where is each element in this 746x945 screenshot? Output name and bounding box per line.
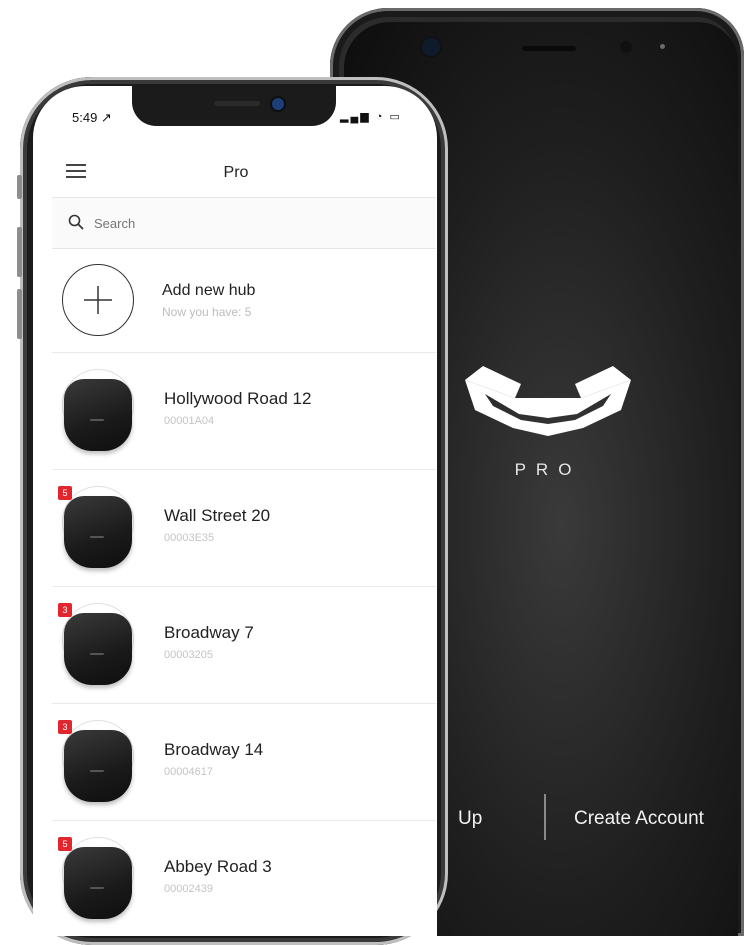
hub-row[interactable]: 3 Broadway 14 00004617 — [52, 704, 436, 821]
hub-device-icon — [64, 496, 132, 568]
hub-id: 00001A04 — [164, 415, 215, 427]
button-divider — [544, 794, 546, 840]
hub-id: 00003E35 — [164, 532, 215, 544]
hub-row[interactable]: 5 Abbey Road 3 00002439 — [52, 821, 436, 937]
hub-device-icon — [64, 730, 132, 802]
iphone-camera — [272, 98, 284, 110]
iphone-notch — [132, 86, 336, 126]
volume-down-button — [17, 289, 22, 339]
pro-brand-text: PRO — [514, 460, 582, 479]
hub-name: Wall Street 20 — [164, 506, 271, 525]
hub-id: 00002439 — [164, 883, 213, 895]
page-title: Pro — [223, 164, 249, 181]
add-hub-subtitle: Now you have: 5 — [162, 305, 252, 319]
status-icons: ▂▄▆ ◔ ▭ — [340, 111, 402, 123]
hub-id: 00003205 — [164, 649, 213, 661]
hub-row[interactable]: 3 Broadway 7 00003205 — [52, 587, 436, 704]
add-new-hub-row[interactable]: Add new hub Now you have: 5 — [52, 248, 436, 353]
hub-device-icon — [64, 613, 132, 685]
search-input[interactable] — [92, 211, 296, 235]
add-hub-title: Add new hub — [162, 282, 256, 299]
hamburger-menu-icon[interactable] — [66, 164, 86, 178]
alert-badge: 5 — [58, 837, 72, 851]
search-bar — [52, 197, 436, 249]
volume-up-button — [17, 227, 22, 277]
hub-name: Broadway 14 — [164, 740, 264, 759]
status-time: 5:49 ↗ — [72, 110, 112, 125]
android-front-camera — [422, 38, 440, 56]
alert-badge: 3 — [58, 603, 72, 617]
android-speaker — [522, 46, 576, 51]
hub-name: Hollywood Road 12 — [164, 389, 312, 408]
mute-switch — [17, 175, 22, 199]
hub-name: Abbey Road 3 — [164, 857, 272, 876]
iphone-speaker — [214, 101, 260, 106]
create-account-button[interactable]: Create Account — [574, 808, 704, 830]
hub-row[interactable]: Hollywood Road 12 00001A04 — [52, 353, 436, 470]
sign-up-button[interactable]: Up — [458, 808, 482, 830]
hub-id: 00004617 — [164, 766, 213, 778]
hub-name: Broadway 7 — [164, 623, 254, 642]
android-sensor — [620, 41, 632, 53]
search-icon — [68, 214, 84, 230]
hub-device-icon — [64, 847, 132, 919]
hub-row[interactable]: 5 Wall Street 20 00003E35 — [52, 470, 436, 587]
alert-badge: 3 — [58, 720, 72, 734]
plus-icon — [62, 264, 134, 336]
hub-device-icon — [64, 379, 132, 451]
android-led — [660, 44, 665, 49]
alert-badge: 5 — [58, 486, 72, 500]
pro-logo-icon — [465, 366, 631, 436]
